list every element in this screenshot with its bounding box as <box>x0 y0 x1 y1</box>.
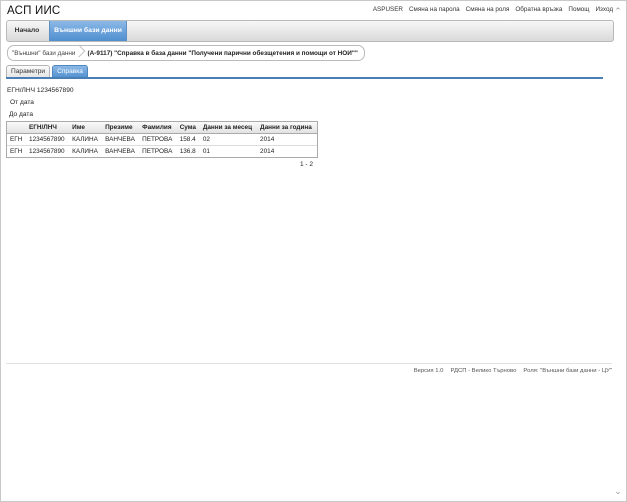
main-nav: Начало Външни бази данни <box>6 20 614 42</box>
app-window <box>0 0 627 502</box>
change-role-link[interactable]: Смяна на роля <box>466 6 510 13</box>
scroll-up-icon[interactable]: ⌃ <box>613 6 623 16</box>
table-row[interactable]: ЕГН 1234567890 КАЛИНА ВАНЧЕВА ПЕТРОВА 15… <box>7 133 317 146</box>
change-password-link[interactable]: Смяна на парола <box>409 6 460 13</box>
tab-underline <box>6 77 603 79</box>
logout-link[interactable]: Изход <box>595 6 613 13</box>
nav-external-databases[interactable]: Външни бази данни <box>49 21 127 41</box>
cell-last-name: ПЕТРОВА <box>139 133 177 146</box>
cell-first-name: КАЛИНА <box>69 133 103 146</box>
cell-amount: 136.8 <box>179 148 196 155</box>
col-amount[interactable]: Сума <box>176 122 200 134</box>
footer-divider <box>6 363 612 364</box>
pager-info: 1 - 2 <box>300 161 314 168</box>
cell-amount: 158.4 <box>176 133 200 146</box>
from-date-label: От дата <box>10 99 34 106</box>
col-egn[interactable]: ЕГН/ЛНЧ <box>26 122 70 134</box>
app-title: АСП ИИС <box>7 5 61 17</box>
nav-home[interactable]: Начало <box>7 21 47 41</box>
cell-middle-name: ВАНЧЕВА <box>105 148 135 155</box>
footer-office: РДСП - Велико Търново <box>450 368 517 374</box>
cell-year: 2014 <box>257 133 317 146</box>
help-link[interactable]: Помощ <box>568 6 589 13</box>
cell-egn: 1234567890 <box>26 133 70 146</box>
feedback-link[interactable]: Обратна връзка <box>515 6 562 13</box>
cell-year: 2014 <box>260 148 275 155</box>
cell-id-type: ЕГН <box>7 133 27 146</box>
footer-version: Версия 1.0 <box>413 368 444 374</box>
breadcrumb: "Външни" бази данни (А-9117) "Справка в … <box>7 45 365 61</box>
results-grid: ЕГН/ЛНЧ Име Презиме Фамилия Сума Данни з… <box>6 121 318 158</box>
cell-middle-name: ВАНЧЕВА <box>102 133 140 146</box>
cell-first-name: КАЛИНА <box>72 148 98 155</box>
cell-month: 02 <box>199 133 258 146</box>
to-date-label: До дата <box>9 111 34 118</box>
user-link[interactable]: ASPUSER <box>373 6 403 13</box>
top-links: ASPUSER Смяна на парола Смяна на роля Об… <box>373 6 613 13</box>
footer: Версия 1.0 РДСП - Велико Търново Роля: "… <box>414 368 612 374</box>
breadcrumb-external-databases[interactable]: "Външни" бази данни <box>12 50 85 57</box>
cell-month: 01 <box>202 148 210 155</box>
col-year[interactable]: Данни за година <box>257 122 317 134</box>
col-first-name[interactable]: Име <box>69 122 103 134</box>
grid-header-row: ЕГН/ЛНЧ Име Презиме Фамилия Сума Данни з… <box>7 122 317 134</box>
footer-role: Роля: "Външни бази данни - ЦУ" <box>523 368 612 374</box>
breadcrumb-current: (А-9117) "Справка в база данни "Получени… <box>87 49 358 57</box>
col-id-type[interactable] <box>7 122 27 134</box>
scroll-down-icon[interactable]: ⌄ <box>613 486 623 496</box>
col-month[interactable]: Данни за месец <box>199 122 258 134</box>
cell-last-name: ПЕТРОВА <box>142 148 173 155</box>
table-row[interactable]: ЕГН 1234567890 КАЛИНА ВАНЧЕВА ПЕТРОВА 13… <box>7 146 317 158</box>
cell-id-type: ЕГН <box>10 148 23 155</box>
col-middle-name[interactable]: Презиме <box>102 122 140 134</box>
cell-egn: 1234567890 <box>29 148 65 155</box>
egn-field: ЕГН/ЛНЧ 1234567890 <box>7 87 74 94</box>
col-last-name[interactable]: Фамилия <box>139 122 177 134</box>
